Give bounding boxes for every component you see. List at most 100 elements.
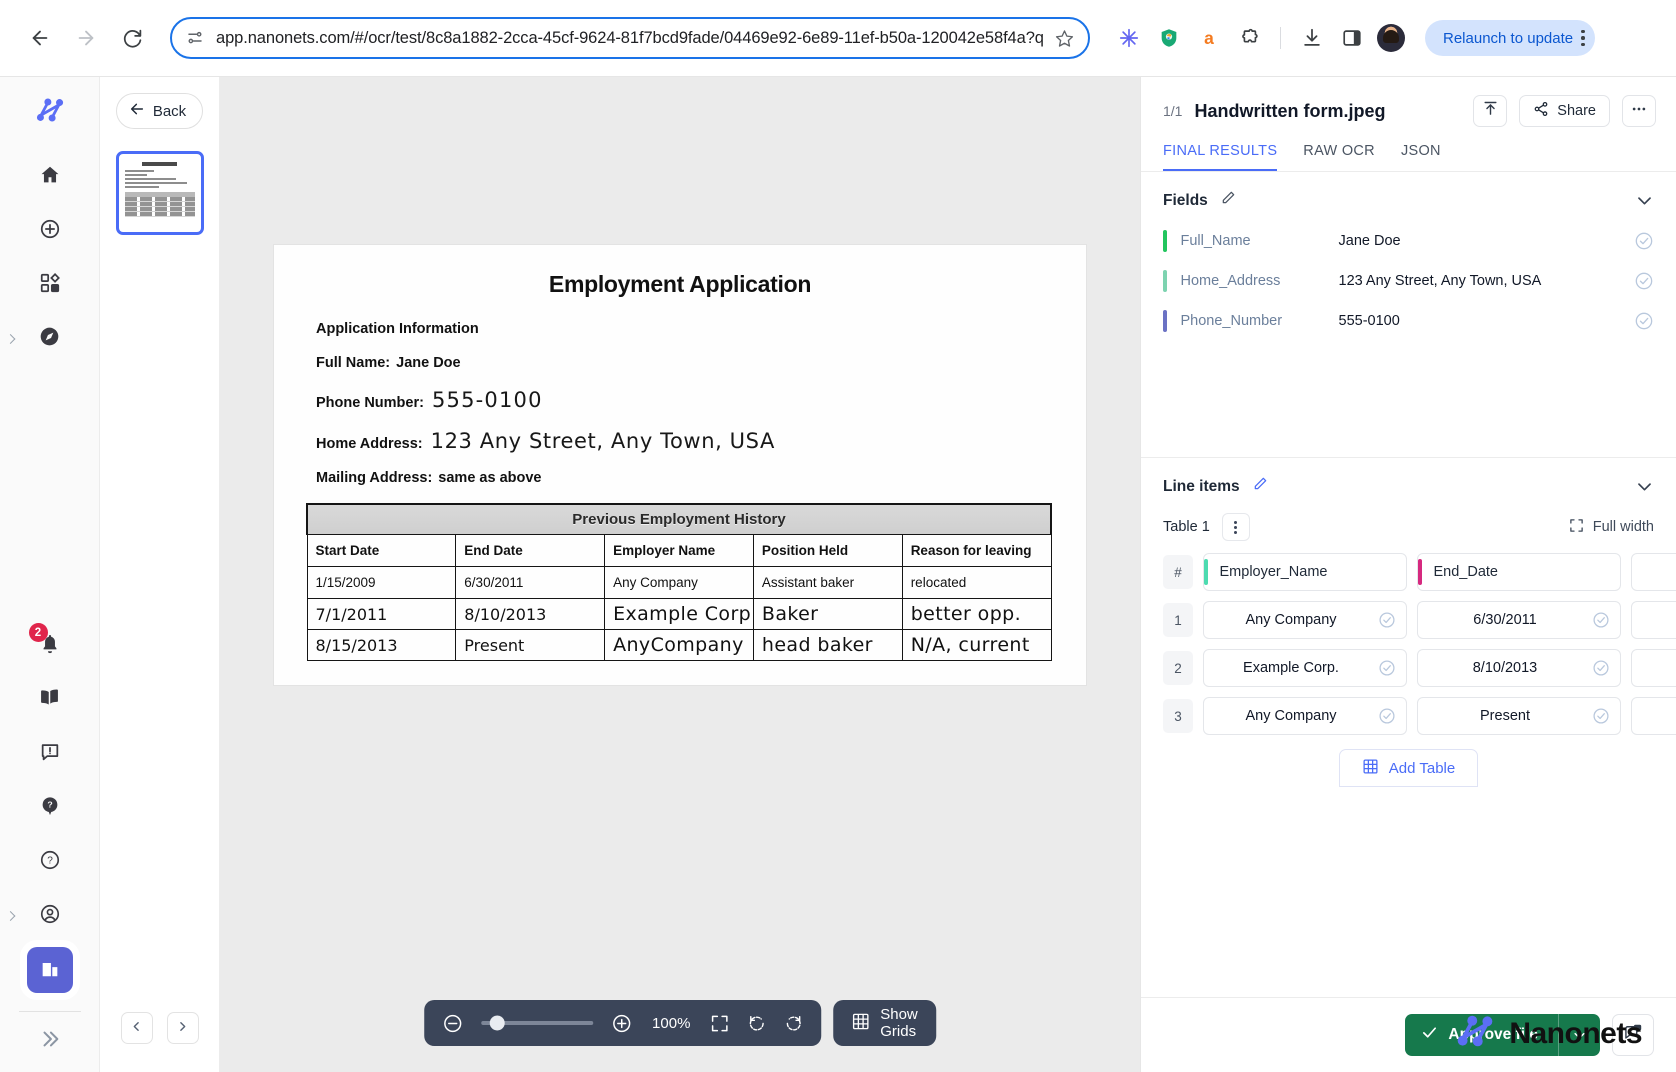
relaunch-to-update-button[interactable]: Relaunch to update [1425,20,1595,56]
document-mailing-address-line: Mailing Address: same as above [316,470,1064,486]
cell-position: Baker [753,599,902,630]
rotate-left-button[interactable] [747,1014,766,1033]
cell-end-date[interactable]: 6/30/2011 [1417,601,1621,639]
field-row-full-name[interactable]: Full_Name Jane Doe [1141,221,1676,261]
zoom-controls: 100% [424,1000,821,1046]
thumb-line [125,174,147,176]
full-width-button[interactable]: Full width [1569,518,1654,537]
pencil-icon[interactable] [1252,476,1268,497]
fields-collapse-button[interactable] [1635,191,1654,210]
line-items-collapse-button[interactable] [1635,477,1654,496]
export-button[interactable] [1473,95,1507,127]
nanonets-logo-icon[interactable] [33,93,67,132]
site-settings-icon[interactable] [186,29,204,47]
sidebar-item-explore[interactable] [27,316,73,362]
check-circle-icon[interactable] [1634,311,1654,331]
amazon-extension-icon[interactable]: a [1194,23,1224,53]
column-header-employer-name[interactable]: Employer_Name [1203,553,1407,591]
tab-json[interactable]: JSON [1401,143,1441,171]
fit-screen-button[interactable] [710,1014,729,1033]
field-row-phone-number[interactable]: Phone_Number 555-0100 [1141,301,1676,341]
cell-end-date[interactable]: Present [1417,697,1621,735]
cell-value: Present [1418,708,1592,724]
check-circle-icon[interactable] [1592,611,1610,629]
rotate-right-button[interactable] [784,1014,803,1033]
field-value[interactable]: 123 Any Street, Any Town, USA [1339,273,1635,289]
sidebar-item-workspace[interactable] [27,947,73,993]
address-bar[interactable]: app.nanonets.com/#/ocr/test/8c8a1882-2cc… [170,17,1090,59]
cell-overflow[interactable] [1631,697,1676,735]
cell-start-date: 8/15/2013 [307,630,456,661]
browser-back-button[interactable] [20,18,60,58]
download-icon[interactable] [1297,23,1327,53]
cell-employer-name[interactable]: Example Corp. [1203,649,1407,687]
column-label: Employer_Name [1220,564,1328,580]
sidebar-item-apps[interactable] [27,262,73,308]
cell-employer-name[interactable]: Any Company [1203,601,1407,639]
cell-overflow[interactable] [1631,649,1676,687]
zoom-slider[interactable] [481,1021,593,1025]
table-row: 3 Any Company Present [1163,697,1676,735]
sidebar-expand-button[interactable] [27,1018,73,1064]
table-options-button[interactable] [1222,513,1250,541]
check-circle-icon[interactable] [1592,659,1610,677]
cell-end-date: 6/30/2011 [456,567,605,599]
cell-value: Any Company [1204,612,1378,628]
check-circle-icon[interactable] [1378,611,1396,629]
svg-text:?: ? [47,855,53,866]
browser-forward-button[interactable] [66,18,106,58]
column-header-end-date[interactable]: End_Date [1417,553,1621,591]
field-value[interactable]: 555-0100 [1339,313,1635,329]
page-navigation [100,1012,219,1044]
cell-overflow[interactable] [1631,601,1676,639]
more-horizontal-icon [1630,100,1648,123]
field-row-home-address[interactable]: Home_Address 123 Any Street, Any Town, U… [1141,261,1676,301]
check-circle-icon[interactable] [1592,707,1610,725]
cell-end-date[interactable]: 8/10/2013 [1417,649,1621,687]
column-reason-for-leaving: Reason for leaving [902,535,1051,567]
shield-extension-icon[interactable] [1154,23,1184,53]
check-circle-icon[interactable] [1378,659,1396,677]
check-circle-icon[interactable] [1634,271,1654,291]
next-page-button[interactable] [167,1012,199,1044]
profile-avatar[interactable] [1377,24,1405,52]
sidebar-item-help[interactable]: ? [27,785,73,831]
back-button[interactable]: Back [116,93,203,129]
fields-list: Full_Name Jane Doe Home_Address 123 Any … [1141,221,1676,457]
check-circle-icon[interactable] [1634,231,1654,251]
show-grids-button[interactable]: Show Grids [833,1000,936,1046]
sidebar-item-feedback[interactable] [27,731,73,777]
document-viewer[interactable]: Employment Application Application Infor… [220,77,1140,1072]
share-button[interactable]: Share [1519,95,1610,127]
sidebar-item-home[interactable] [27,154,73,200]
tab-final-results[interactable]: FINAL RESULTS [1163,143,1277,171]
zoom-out-button[interactable] [442,1013,463,1034]
field-value[interactable]: Jane Doe [1339,233,1635,249]
page-thumbnail-1[interactable] [116,151,204,235]
check-circle-icon[interactable] [1378,707,1396,725]
full-width-label: Full width [1593,519,1654,535]
sidebar-item-docs[interactable] [27,677,73,723]
sidebar-item-account[interactable] [27,893,73,939]
sidebar-item-add[interactable] [27,208,73,254]
puzzle-extension-icon[interactable] [1234,23,1264,53]
add-table-button[interactable]: Add Table [1339,749,1478,787]
star-icon[interactable] [1055,29,1074,48]
sidebar-item-support[interactable]: ? [27,839,73,885]
snowflake-extension-icon[interactable] [1114,23,1144,53]
export-up-icon [1482,100,1499,122]
column-header-overflow[interactable] [1631,553,1676,591]
column-start-date: Start Date [307,535,456,567]
browser-reload-button[interactable] [112,18,152,58]
browser-menu-icon[interactable] [1581,30,1585,47]
cell-employer-name[interactable]: Any Company [1203,697,1407,735]
tab-raw-ocr[interactable]: RAW OCR [1303,143,1375,171]
sidebar-item-notifications[interactable]: 2 [27,623,73,669]
more-options-button[interactable] [1622,95,1656,127]
fields-section-header: Fields [1141,172,1676,221]
zoom-in-button[interactable] [611,1013,632,1034]
previous-page-button[interactable] [121,1012,153,1044]
side-panel-icon[interactable] [1337,23,1367,53]
zoom-slider-knob[interactable] [490,1016,505,1031]
pencil-icon[interactable] [1220,190,1236,211]
